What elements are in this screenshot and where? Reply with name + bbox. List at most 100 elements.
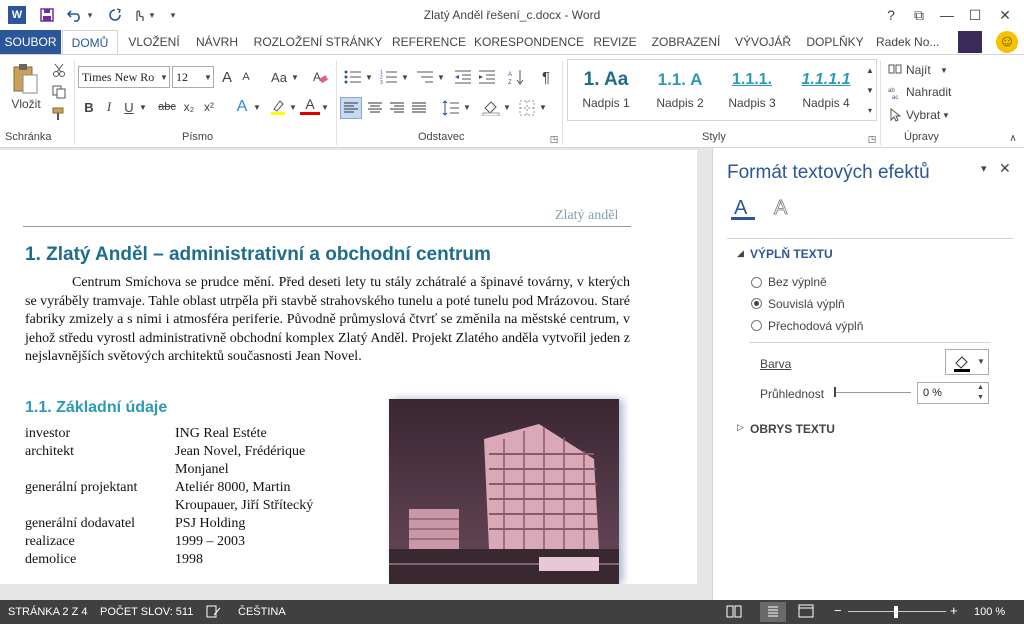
building-photo[interactable]	[389, 399, 619, 584]
borders-icon[interactable]	[516, 97, 538, 119]
horizontal-scrollbar[interactable]	[0, 584, 712, 600]
font-name-input[interactable]: Times New Ro	[78, 66, 170, 88]
font-color-button[interactable]: A	[300, 95, 320, 115]
document-page[interactable]: Zlatý anděl 1. Zlatý Anděl – administrat…	[0, 150, 697, 584]
fill-section-header[interactable]: VÝPLŇ TEXTU	[750, 247, 833, 261]
table-row[interactable]: architekt Jean Novel, Frédérique Monjane…	[25, 443, 365, 479]
line-spacing-icon[interactable]	[440, 97, 462, 119]
grow-font-button[interactable]: A	[218, 67, 236, 87]
shading-icon[interactable]	[480, 97, 502, 119]
user-name[interactable]: Radek No...	[876, 30, 946, 54]
table-row[interactable]: investor ING Real Estéte	[25, 425, 365, 443]
style-heading-1[interactable]: 1. Aa Nadpis 1	[570, 60, 642, 120]
table-row[interactable]: generální dodavatel PSJ Holding	[25, 515, 365, 533]
bullets-dropdown-icon[interactable]: ▼	[364, 67, 374, 87]
close-button[interactable]: ✕	[994, 4, 1016, 26]
underline-dropdown-icon[interactable]: ▼	[138, 97, 148, 117]
radio-gradient-fill-label[interactable]: Přechodová výplň	[768, 319, 863, 333]
fill-color-picker[interactable]: ▼	[945, 349, 989, 375]
cut-icon[interactable]	[50, 61, 68, 79]
copy-icon[interactable]	[50, 83, 68, 101]
shrink-font-button[interactable]: A	[238, 67, 254, 87]
pane-close-icon[interactable]: ✕	[999, 160, 1015, 176]
align-center-icon[interactable]	[364, 97, 386, 119]
avatar[interactable]	[958, 31, 982, 53]
pane-options-icon[interactable]: ▾	[981, 162, 995, 176]
align-left-icon[interactable]	[340, 97, 362, 119]
italic-button[interactable]: I	[100, 97, 118, 117]
tab-addins[interactable]: DOPLŇKY	[804, 30, 866, 54]
color-dropdown-icon[interactable]: ▼	[977, 357, 985, 366]
tab-design[interactable]: NÁVRH	[192, 30, 242, 54]
radio-solid-fill-label[interactable]: Souvislá výplň	[768, 297, 845, 311]
proofing-icon[interactable]	[206, 604, 222, 620]
paste-icon[interactable]	[10, 61, 40, 97]
numbering-icon[interactable]: 123	[378, 67, 400, 87]
text-fill-outline-tab-icon[interactable]: A	[731, 196, 755, 220]
subscript-button[interactable]: x₂	[180, 97, 198, 117]
zoom-in-button[interactable]: +	[950, 603, 958, 618]
strikethrough-button[interactable]: abc	[156, 97, 178, 117]
bold-button[interactable]: B	[80, 97, 98, 117]
maximize-button[interactable]: ☐	[964, 4, 986, 26]
shading-dropdown-icon[interactable]: ▼	[502, 97, 512, 117]
transparency-slider[interactable]	[835, 392, 911, 393]
paragraph-launcher-icon[interactable]: ◳	[548, 133, 560, 145]
table-row[interactable]: demolice 1998	[25, 551, 365, 569]
find-button[interactable]: Najít	[906, 61, 936, 79]
highlight-dropdown-icon[interactable]: ▼	[288, 97, 298, 117]
body-paragraph[interactable]: Centrum Smíchova se prudce mění. Před de…	[25, 274, 630, 367]
word-count[interactable]: POČET SLOV: 511	[100, 606, 193, 618]
transparency-slider-thumb[interactable]	[834, 387, 836, 397]
heading-1[interactable]: 1. Zlatý Anděl – administrativní a obcho…	[25, 244, 491, 266]
superscript-button[interactable]: x²	[200, 97, 218, 117]
bullets-icon[interactable]	[342, 67, 364, 87]
tab-developer[interactable]: VÝVOJÁŘ	[732, 30, 794, 54]
select-button[interactable]: Vybrat	[906, 106, 942, 124]
feedback-smiley-icon[interactable]: ☺	[996, 31, 1018, 53]
tab-home[interactable]: DOMŮ	[62, 30, 118, 55]
multilevel-dropdown-icon[interactable]: ▼	[436, 67, 446, 87]
tab-mailings[interactable]: KORESPONDENCE	[474, 30, 584, 54]
change-case-button[interactable]: Aa	[268, 67, 290, 87]
web-layout-icon[interactable]	[798, 604, 816, 620]
transparency-spin-down-icon[interactable]: ▼	[977, 394, 984, 401]
radio-no-fill[interactable]	[751, 277, 762, 288]
tab-view[interactable]: ZOBRAZENÍ	[650, 30, 722, 54]
find-icon[interactable]	[886, 61, 904, 79]
transparency-spin-up-icon[interactable]: ▲	[977, 384, 984, 391]
numbering-dropdown-icon[interactable]: ▼	[400, 67, 410, 87]
justify-icon[interactable]	[408, 97, 430, 119]
underline-button[interactable]: U	[120, 97, 138, 117]
styles-scroll-up-icon[interactable]: ▲	[864, 61, 876, 79]
clear-formatting-icon[interactable]: A	[310, 67, 330, 87]
table-row[interactable]: realizace 1999 – 2003	[25, 533, 365, 551]
tab-insert[interactable]: VLOŽENÍ	[126, 30, 182, 54]
increase-indent-icon[interactable]	[476, 67, 498, 87]
zoom-out-button[interactable]: −	[834, 603, 842, 618]
ribbon-display-options-icon[interactable]: ⧉	[908, 4, 930, 26]
language-indicator[interactable]: ČEŠTINA	[238, 606, 286, 618]
sort-icon[interactable]: AZ	[506, 67, 526, 87]
collapse-ribbon-icon[interactable]: ∧	[1006, 131, 1020, 145]
text-effects-tab-icon[interactable]: A	[771, 196, 795, 220]
multilevel-list-icon[interactable]	[414, 67, 436, 87]
radio-gradient-fill[interactable]	[751, 320, 762, 331]
print-layout-icon[interactable]	[760, 602, 786, 622]
page-count[interactable]: STRÁNKA 2 Z 4	[8, 606, 87, 618]
font-name-dropdown-icon[interactable]: ▼	[158, 69, 170, 85]
borders-dropdown-icon[interactable]: ▼	[538, 97, 548, 117]
replace-button[interactable]: Nahradit	[906, 83, 958, 101]
show-hide-marks-button[interactable]: ¶	[536, 67, 556, 87]
tab-references[interactable]: REFERENCE	[392, 30, 466, 54]
font-color-dropdown-icon[interactable]: ▼	[320, 97, 330, 117]
highlight-icon[interactable]	[268, 97, 288, 117]
table-row[interactable]: generální projektant Ateliér 8000, Marti…	[25, 479, 365, 515]
replace-icon[interactable]: ab ac	[886, 83, 904, 101]
radio-solid-fill[interactable]	[751, 298, 762, 309]
line-spacing-dropdown-icon[interactable]: ▼	[462, 97, 472, 117]
page-header[interactable]: Zlatý anděl	[555, 208, 618, 224]
style-heading-4[interactable]: 1.1.1.1 Nadpis 4	[790, 60, 862, 120]
styles-scroll-down-icon[interactable]: ▼	[864, 81, 876, 99]
minimize-button[interactable]: —	[936, 4, 958, 26]
